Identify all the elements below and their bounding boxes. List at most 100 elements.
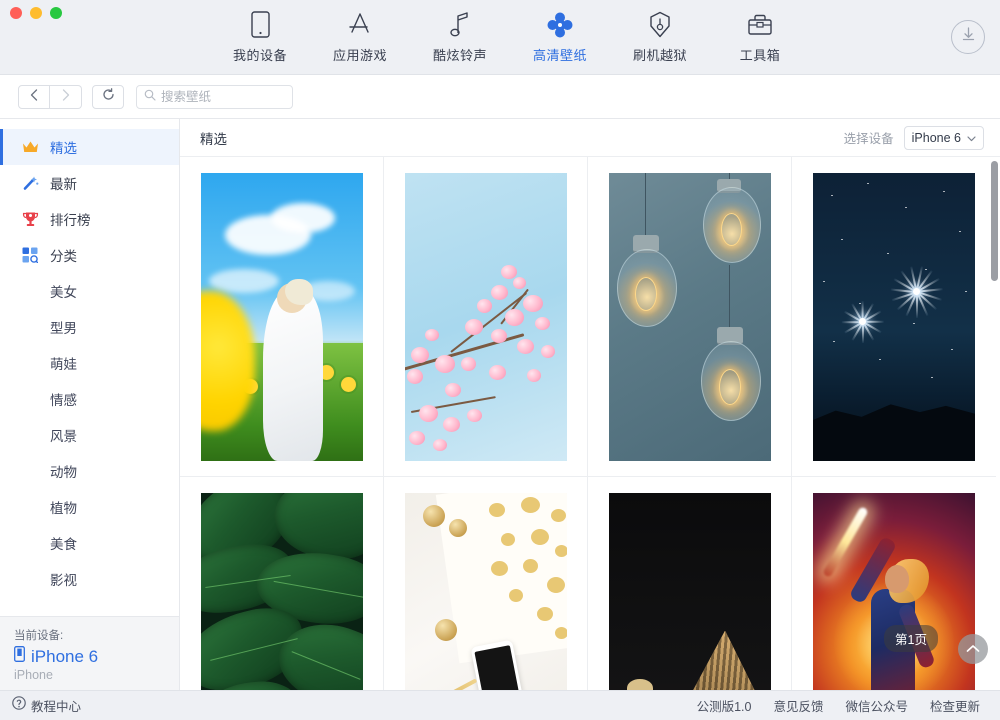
sidebar-category-plants[interactable]: 植物 xyxy=(0,489,179,525)
window-controls xyxy=(10,7,62,19)
back-arrow-icon xyxy=(30,88,38,106)
tab-label: 刷机越狱 xyxy=(632,48,687,63)
page-title: 精选 xyxy=(200,131,227,147)
magic-wand-icon xyxy=(22,175,44,191)
wallpaper-thumbnail xyxy=(200,492,363,690)
chevron-up-icon xyxy=(966,640,980,658)
downloads-button[interactable] xyxy=(951,20,985,54)
refresh-button[interactable] xyxy=(92,84,124,109)
category-label: 影视 xyxy=(50,573,77,588)
sidebar-category-handsome[interactable]: 型男 xyxy=(0,309,179,345)
version-label: 公测版1.0 xyxy=(696,700,752,714)
search-box[interactable] xyxy=(136,84,293,109)
sidebar-item-categories[interactable]: 分类 xyxy=(0,237,179,273)
tab-my-device[interactable]: 我的设备 xyxy=(210,8,310,64)
scroll-to-top-button[interactable] xyxy=(958,634,988,664)
page-indicator-badge: 第1页 xyxy=(884,625,938,652)
sidebar-category-beauty[interactable]: 美女 xyxy=(0,273,179,309)
download-icon xyxy=(960,26,977,48)
sidebar-item-latest[interactable]: 最新 xyxy=(0,165,179,201)
wallpaper-item[interactable] xyxy=(180,157,384,477)
minimize-button[interactable] xyxy=(30,7,42,19)
sidebar-category-kids[interactable]: 萌娃 xyxy=(0,345,179,381)
current-device-label: 当前设备: xyxy=(14,630,64,642)
tutorial-center-label: 教程中心 xyxy=(31,700,82,714)
sidebar-item-label: 精选 xyxy=(50,141,77,156)
forward-button[interactable] xyxy=(50,84,82,109)
wallpaper-thumbnail xyxy=(404,172,567,461)
sidebar-item-featured[interactable]: 精选 xyxy=(0,129,179,165)
appstore-icon xyxy=(346,8,374,38)
wechat-official-link[interactable]: 微信公众号 xyxy=(845,696,908,715)
tab-label: 高清壁纸 xyxy=(532,48,587,63)
current-device-name-row: iPhone 6 xyxy=(14,646,179,667)
close-button[interactable] xyxy=(10,7,22,19)
wallpaper-image-louvre xyxy=(608,492,771,690)
wallpaper-thumbnail xyxy=(608,172,771,461)
chevron-down-icon xyxy=(967,131,976,145)
sidebar-item-label: 排行榜 xyxy=(50,213,91,228)
category-label: 萌娃 xyxy=(50,357,77,372)
wallpaper-thumbnail xyxy=(404,492,567,690)
sidebar-category-animals[interactable]: 动物 xyxy=(0,453,179,489)
device-picker-label: 选择设备 xyxy=(843,132,894,146)
question-circle-icon xyxy=(12,696,26,715)
tab-ringtones[interactable]: 酷炫铃声 xyxy=(410,8,510,64)
grid-search-icon xyxy=(22,247,44,263)
music-note-icon xyxy=(450,8,470,38)
wallpaper-item[interactable] xyxy=(588,477,792,690)
maximize-button[interactable] xyxy=(50,7,62,19)
device-select-dropdown[interactable]: iPhone 6 xyxy=(903,125,984,150)
forward-arrow-icon xyxy=(62,88,70,106)
category-label: 美食 xyxy=(50,537,77,552)
content-header: 精选 选择设备 iPhone 6 xyxy=(180,119,1000,157)
tab-wallpapers[interactable]: 高清壁纸 xyxy=(510,8,610,64)
status-bar: 教程中心 公测版1.0 意见反馈 微信公众号 检查更新 xyxy=(0,690,1000,720)
tutorial-center-link[interactable]: 教程中心 xyxy=(12,696,81,715)
current-device-name: iPhone 6 xyxy=(31,646,99,666)
navigation-toolbar xyxy=(0,75,1000,119)
search-input[interactable] xyxy=(161,89,281,104)
wallpaper-image-blossom xyxy=(404,172,567,461)
sidebar-category-scenery[interactable]: 风景 xyxy=(0,417,179,453)
wallpaper-item[interactable] xyxy=(384,157,588,477)
wallpaper-item[interactable] xyxy=(588,157,792,477)
current-device-type: iPhone xyxy=(14,668,53,682)
wallpaper-image-fireworks xyxy=(813,172,975,461)
tab-label: 工具箱 xyxy=(739,48,781,63)
wallpaper-thumbnail xyxy=(200,172,363,461)
trophy-icon xyxy=(22,211,44,227)
wallpaper-item[interactable] xyxy=(384,477,588,690)
back-button[interactable] xyxy=(18,84,50,109)
wallpaper-image-captainmarvel xyxy=(813,492,975,690)
current-device-panel[interactable]: 当前设备: iPhone 6 iPhone xyxy=(0,616,179,690)
tab-label: 酷炫铃声 xyxy=(432,48,487,63)
tab-apps-games[interactable]: 应用游戏 xyxy=(310,8,410,64)
category-label: 美女 xyxy=(50,285,77,300)
device-select-value: iPhone 6 xyxy=(911,130,961,145)
category-label: 型男 xyxy=(50,321,77,336)
tab-label: 我的设备 xyxy=(232,48,287,63)
sidebar-category-emotion[interactable]: 情感 xyxy=(0,381,179,417)
sidebar-item-ranking[interactable]: 排行榜 xyxy=(0,201,179,237)
tab-jailbreak[interactable]: 刷机越狱 xyxy=(610,8,710,64)
wallpaper-item[interactable] xyxy=(792,157,996,477)
content-scrollbar[interactable] xyxy=(991,161,998,281)
sidebar-category-food[interactable]: 美食 xyxy=(0,525,179,561)
wallpaper-grid xyxy=(180,157,1000,690)
sidebar-category-movies[interactable]: 影视 xyxy=(0,561,179,597)
tab-label: 应用游戏 xyxy=(332,48,387,63)
sidebar-nav: 精选 最新 排行榜 分类 美女 型男 萌娃 情感 风景 动物 植物 美食 影视 xyxy=(0,119,179,616)
feedback-link[interactable]: 意见反馈 xyxy=(773,696,823,715)
shield-icon xyxy=(649,8,671,38)
search-icon xyxy=(144,88,156,106)
history-nav-group xyxy=(18,84,82,109)
category-label: 植物 xyxy=(50,501,77,516)
check-update-link[interactable]: 检查更新 xyxy=(930,696,980,715)
wallpaper-thumbnail xyxy=(608,492,771,690)
device-icon xyxy=(250,8,270,38)
wallpaper-item[interactable] xyxy=(180,477,384,690)
tab-toolbox[interactable]: 工具箱 xyxy=(710,8,810,64)
wallpaper-image-sunflower xyxy=(200,172,363,461)
device-picker-group: 选择设备 iPhone 6 xyxy=(843,125,984,150)
